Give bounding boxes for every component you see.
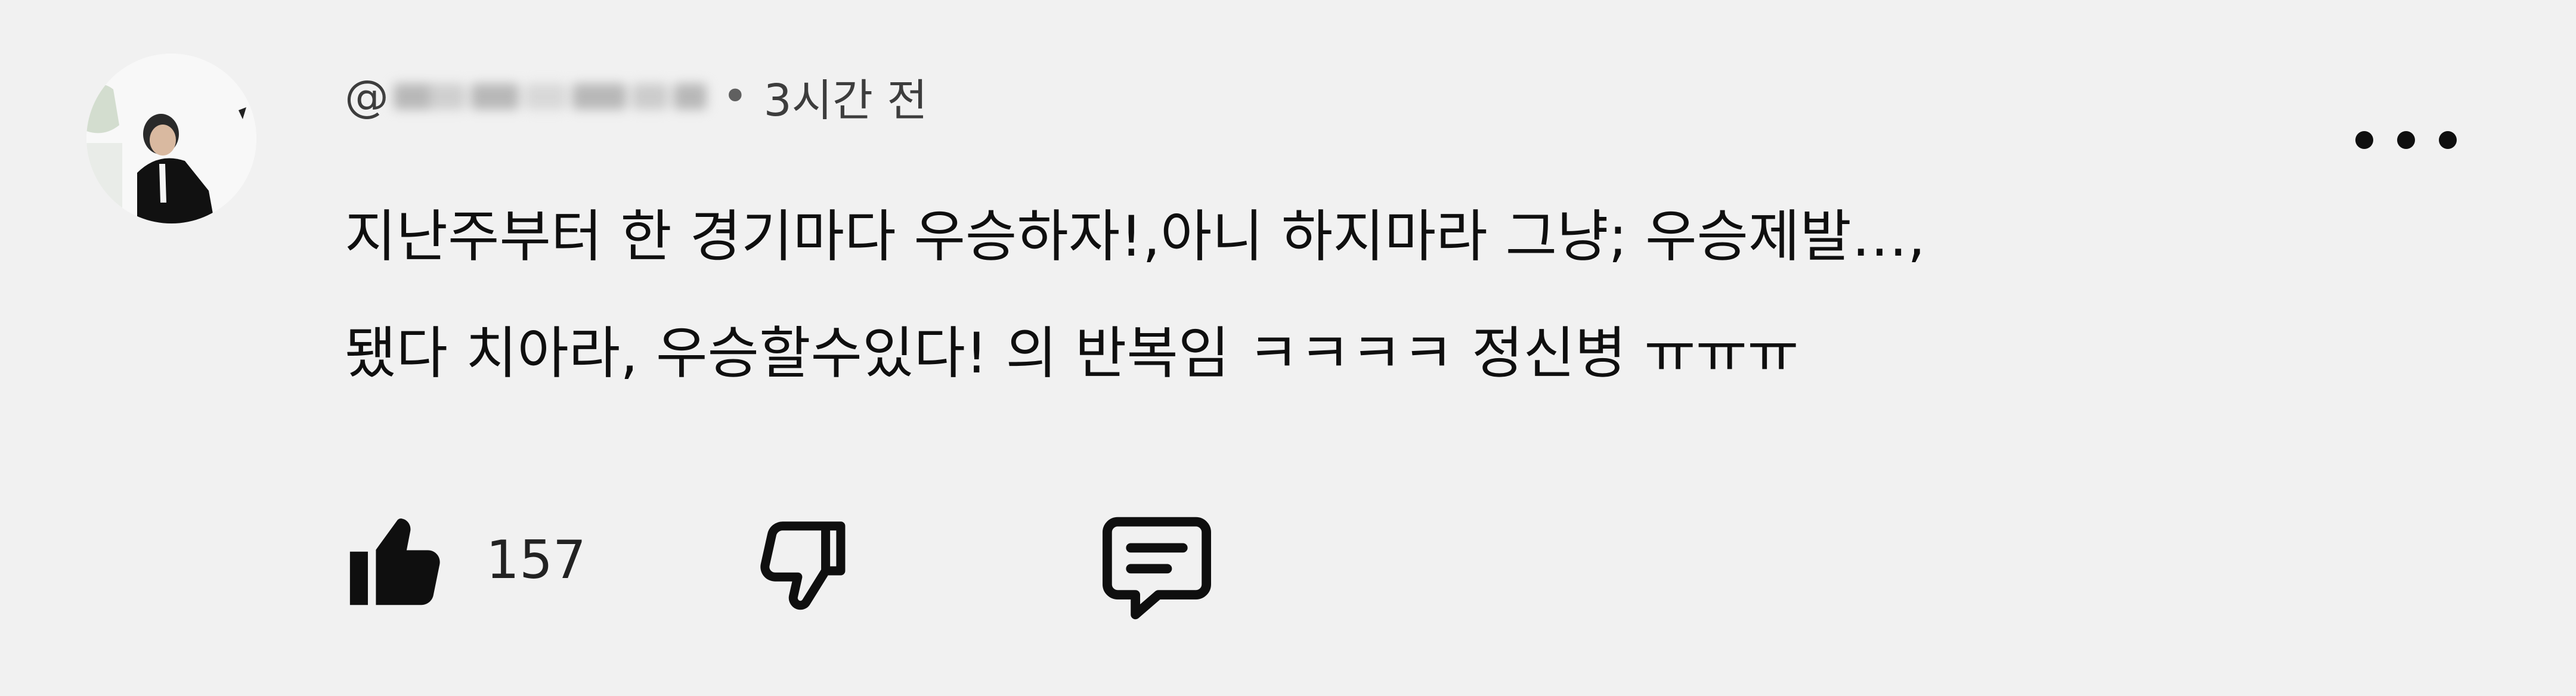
- more-dot: [2397, 131, 2415, 149]
- avatar-photo: [86, 54, 256, 223]
- comment-text-line: 지난주부터 한 경기마다 우승하자!,아니 하지마라 그냥; 우승제발…,: [345, 204, 1925, 269]
- author-handle-redacted[interactable]: [394, 77, 707, 116]
- author-handle-prefix[interactable]: @: [345, 71, 389, 122]
- comment-reply-icon: [1103, 517, 1211, 620]
- comment-time[interactable]: 3시간 전: [764, 65, 928, 129]
- more-dot: [2355, 131, 2373, 149]
- reply-button[interactable]: [1094, 504, 1219, 629]
- comment-text: 지난주부터 한 경기마다 우승하자!,아니 하지마라 그냥; 우승제발…, 됐다…: [345, 179, 2312, 412]
- more-dot: [2439, 131, 2457, 149]
- comment-text-line: 됐다 치아라, 우승할수있다! 의 반복임 ㅋㅋㅋㅋ 정신병 ㅠㅠㅠ: [345, 321, 1799, 386]
- thumbs-up-icon: [349, 518, 440, 605]
- more-options-icon[interactable]: [2355, 125, 2457, 155]
- thumbs-down-icon: [760, 521, 846, 610]
- meta-separator: •: [722, 71, 748, 122]
- author-avatar[interactable]: [86, 54, 256, 223]
- dislike-button[interactable]: [745, 509, 859, 623]
- comment-header: @ • 3시간 전: [345, 67, 928, 126]
- like-button[interactable]: [343, 504, 456, 617]
- comment-card: @ • 3시간 전 지난주부터 한 경기마다 우승하자!,아니 하지마라 그냥;…: [0, 0, 2576, 696]
- like-count: 157: [486, 529, 586, 591]
